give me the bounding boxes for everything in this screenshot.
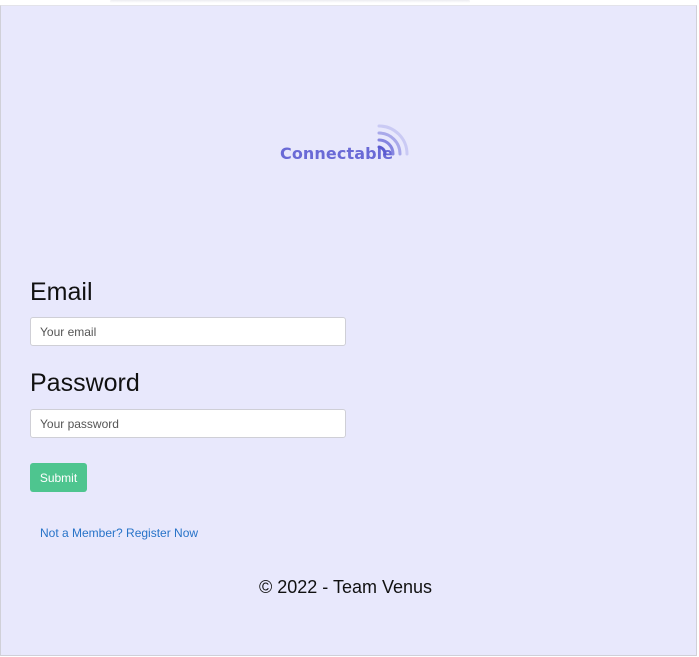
wifi-signal-icon xyxy=(377,124,409,156)
login-page: Connectable Email Password Submit Not a … xyxy=(0,5,697,656)
password-label: Password xyxy=(30,369,140,397)
register-link[interactable]: Not a Member? Register Now xyxy=(40,526,198,540)
top-edge-shadow xyxy=(110,0,470,3)
brand-logo: Connectable xyxy=(279,124,419,168)
password-input[interactable] xyxy=(30,409,346,438)
email-label: Email xyxy=(30,278,93,306)
email-input[interactable] xyxy=(30,317,346,346)
footer-copyright: © 2022 - Team Venus xyxy=(258,577,433,597)
submit-button[interactable]: Submit xyxy=(30,463,87,492)
